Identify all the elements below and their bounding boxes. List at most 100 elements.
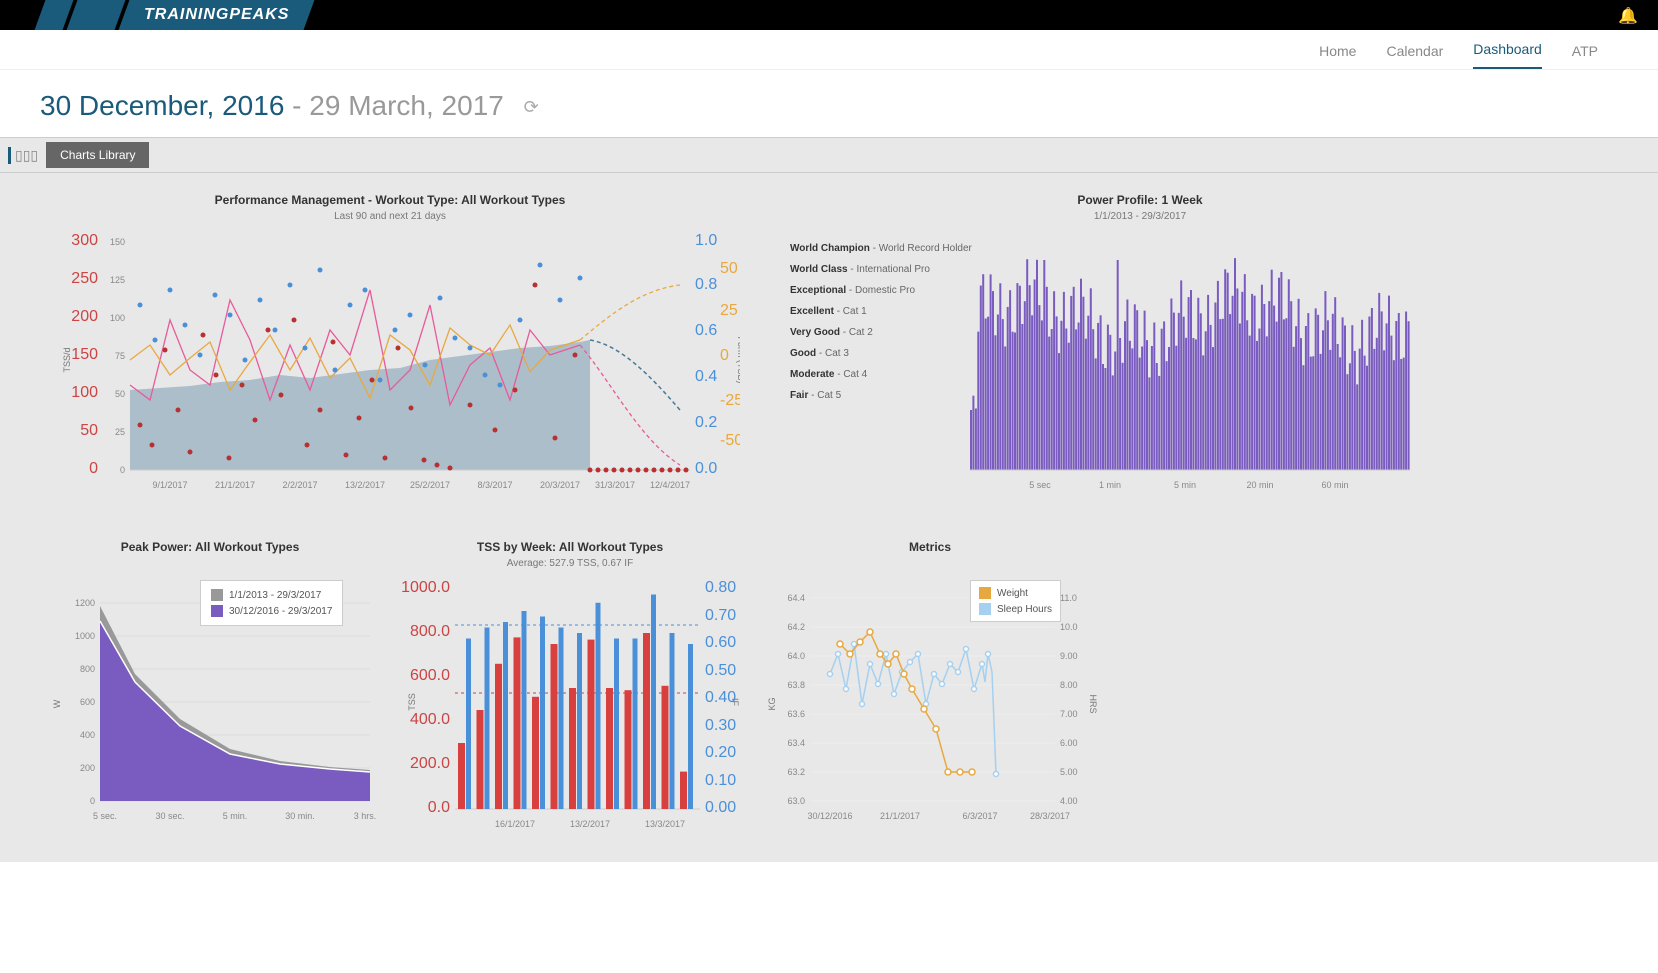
topbar: TRAININGPEAKS 🔔 bbox=[0, 0, 1658, 30]
svg-text:Form (TSB): Form (TSB) bbox=[736, 337, 740, 384]
chart-title: Power Profile: 1 Week bbox=[790, 193, 1490, 207]
svg-text:21/1/2017: 21/1/2017 bbox=[880, 811, 920, 821]
svg-text:5 sec: 5 sec bbox=[1029, 480, 1051, 490]
svg-text:150: 150 bbox=[110, 237, 125, 247]
svg-text:9.00: 9.00 bbox=[1060, 651, 1078, 661]
charts-library-button[interactable]: Charts Library bbox=[46, 142, 149, 168]
refresh-icon[interactable]: ⟳ bbox=[524, 97, 539, 118]
dashboard-toolbar: ▯▯▯ Charts Library bbox=[0, 137, 1658, 173]
svg-text:60 min: 60 min bbox=[1321, 480, 1348, 490]
svg-text:9/1/2017: 9/1/2017 bbox=[152, 480, 187, 490]
svg-text:13/2/2017: 13/2/2017 bbox=[345, 480, 385, 490]
svg-text:0.0: 0.0 bbox=[428, 799, 450, 816]
svg-text:0.60: 0.60 bbox=[705, 634, 736, 651]
power-profile-chart[interactable]: Power Profile: 1 Week 1/1/2013 - 29/3/20… bbox=[790, 183, 1490, 510]
svg-text:16/1/2017: 16/1/2017 bbox=[495, 819, 535, 829]
svg-text:400.0: 400.0 bbox=[410, 711, 450, 728]
svg-text:800.0: 800.0 bbox=[410, 623, 450, 640]
svg-text:0.70: 0.70 bbox=[705, 607, 736, 624]
peak-power-legend: 1/1/2013 - 29/3/2017 30/12/2016 - 29/3/2… bbox=[200, 580, 343, 626]
svg-text:21/1/2017: 21/1/2017 bbox=[215, 480, 255, 490]
svg-text:0: 0 bbox=[89, 460, 98, 477]
svg-text:50: 50 bbox=[720, 260, 738, 277]
svg-text:3 hrs.: 3 hrs. bbox=[354, 811, 377, 821]
svg-text:63.4: 63.4 bbox=[787, 738, 805, 748]
power-profile-legend: World Champion - World Record Holder Wor… bbox=[790, 238, 972, 406]
nav-dashboard[interactable]: Dashboard bbox=[1473, 41, 1542, 69]
nav-calendar[interactable]: Calendar bbox=[1386, 43, 1443, 69]
bell-icon[interactable]: 🔔 bbox=[1618, 6, 1638, 26]
svg-text:30 sec.: 30 sec. bbox=[155, 811, 184, 821]
chart-title: Metrics bbox=[760, 540, 1100, 554]
svg-text:KG: KG bbox=[767, 697, 777, 710]
svg-text:64.4: 64.4 bbox=[787, 593, 805, 603]
svg-text:11.0: 11.0 bbox=[1060, 593, 1077, 603]
svg-text:30/12/2016: 30/12/2016 bbox=[807, 811, 852, 821]
svg-text:25: 25 bbox=[115, 427, 125, 437]
svg-text:0.00: 0.00 bbox=[705, 799, 736, 816]
svg-text:1200: 1200 bbox=[75, 598, 95, 608]
svg-text:8/3/2017: 8/3/2017 bbox=[477, 480, 512, 490]
chart-title: Peak Power: All Workout Types bbox=[40, 540, 380, 554]
svg-text:0.20: 0.20 bbox=[705, 744, 736, 761]
svg-text:5 min.: 5 min. bbox=[223, 811, 248, 821]
svg-text:63.8: 63.8 bbox=[787, 680, 805, 690]
peak-power-chart[interactable]: Peak Power: All Workout Types 1/1/2013 -… bbox=[40, 530, 380, 842]
date-start: 30 December, 2016 bbox=[40, 90, 284, 121]
svg-text:0.80: 0.80 bbox=[705, 579, 736, 596]
svg-text:125: 125 bbox=[110, 275, 125, 285]
svg-text:100: 100 bbox=[110, 313, 125, 323]
svg-text:400: 400 bbox=[80, 730, 95, 740]
svg-text:100: 100 bbox=[71, 384, 98, 401]
svg-text:28/3/2017: 28/3/2017 bbox=[1030, 811, 1070, 821]
svg-text:200: 200 bbox=[71, 308, 98, 325]
svg-text:4.00: 4.00 bbox=[1060, 796, 1078, 806]
svg-text:W: W bbox=[52, 699, 62, 708]
svg-text:0.6: 0.6 bbox=[695, 322, 717, 339]
svg-text:31/3/2017: 31/3/2017 bbox=[595, 480, 635, 490]
svg-text:0.0: 0.0 bbox=[695, 460, 717, 477]
svg-text:1 min: 1 min bbox=[1099, 480, 1121, 490]
svg-text:-50: -50 bbox=[720, 432, 740, 449]
svg-text:6/3/2017: 6/3/2017 bbox=[962, 811, 997, 821]
svg-text:0.4: 0.4 bbox=[695, 368, 717, 385]
date-end: 29 March, 2017 bbox=[309, 90, 504, 121]
tss-week-chart[interactable]: TSS by Week: All Workout Types Average: … bbox=[400, 530, 740, 842]
svg-text:20 min: 20 min bbox=[1246, 480, 1273, 490]
svg-text:800: 800 bbox=[80, 664, 95, 674]
pmc-chart[interactable]: Performance Management - Workout Type: A… bbox=[40, 183, 740, 510]
svg-text:64.2: 64.2 bbox=[787, 622, 805, 632]
svg-text:0.50: 0.50 bbox=[705, 662, 736, 679]
chart-title: Performance Management - Workout Type: A… bbox=[40, 193, 740, 207]
svg-text:1.0: 1.0 bbox=[695, 232, 717, 249]
svg-text:600.0: 600.0 bbox=[410, 667, 450, 684]
svg-text:0.2: 0.2 bbox=[695, 414, 717, 431]
svg-text:-25: -25 bbox=[720, 392, 740, 409]
svg-text:75: 75 bbox=[115, 351, 125, 361]
svg-text:5 sec.: 5 sec. bbox=[93, 811, 117, 821]
chart-title: TSS by Week: All Workout Types bbox=[400, 540, 740, 554]
chart-bars-icon[interactable]: ▯▯▯ bbox=[8, 147, 38, 164]
chart-subtitle: Last 90 and next 21 days bbox=[40, 211, 740, 222]
nav-atp[interactable]: ATP bbox=[1572, 43, 1598, 69]
svg-text:63.0: 63.0 bbox=[787, 796, 805, 806]
svg-text:50: 50 bbox=[115, 389, 125, 399]
svg-text:25/2/2017: 25/2/2017 bbox=[410, 480, 450, 490]
svg-text:2/2/2017: 2/2/2017 bbox=[282, 480, 317, 490]
metrics-legend: Weight Sleep Hours bbox=[970, 580, 1061, 622]
svg-text:6.00: 6.00 bbox=[1060, 738, 1078, 748]
nav-home[interactable]: Home bbox=[1319, 43, 1356, 69]
logo[interactable]: TRAININGPEAKS bbox=[40, 0, 309, 30]
svg-text:5 min: 5 min bbox=[1174, 480, 1196, 490]
svg-text:200.0: 200.0 bbox=[410, 755, 450, 772]
metrics-chart[interactable]: Metrics Weight Sleep Hours 63.0 63.2 63.… bbox=[760, 530, 1100, 842]
tss-week-svg: 0.0 200.0 400.0 600.0 800.0 1000.0 0.00 … bbox=[400, 577, 740, 842]
svg-text:0: 0 bbox=[720, 347, 729, 364]
svg-text:300: 300 bbox=[71, 232, 98, 249]
svg-text:7.00: 7.00 bbox=[1060, 709, 1078, 719]
svg-text:0.10: 0.10 bbox=[705, 772, 736, 789]
date-range-header[interactable]: 30 December, 2016 - 29 March, 2017 ⟳ bbox=[0, 70, 1658, 137]
svg-text:150: 150 bbox=[71, 346, 98, 363]
svg-text:5.00: 5.00 bbox=[1060, 767, 1078, 777]
svg-text:TSS: TSS bbox=[407, 693, 417, 711]
